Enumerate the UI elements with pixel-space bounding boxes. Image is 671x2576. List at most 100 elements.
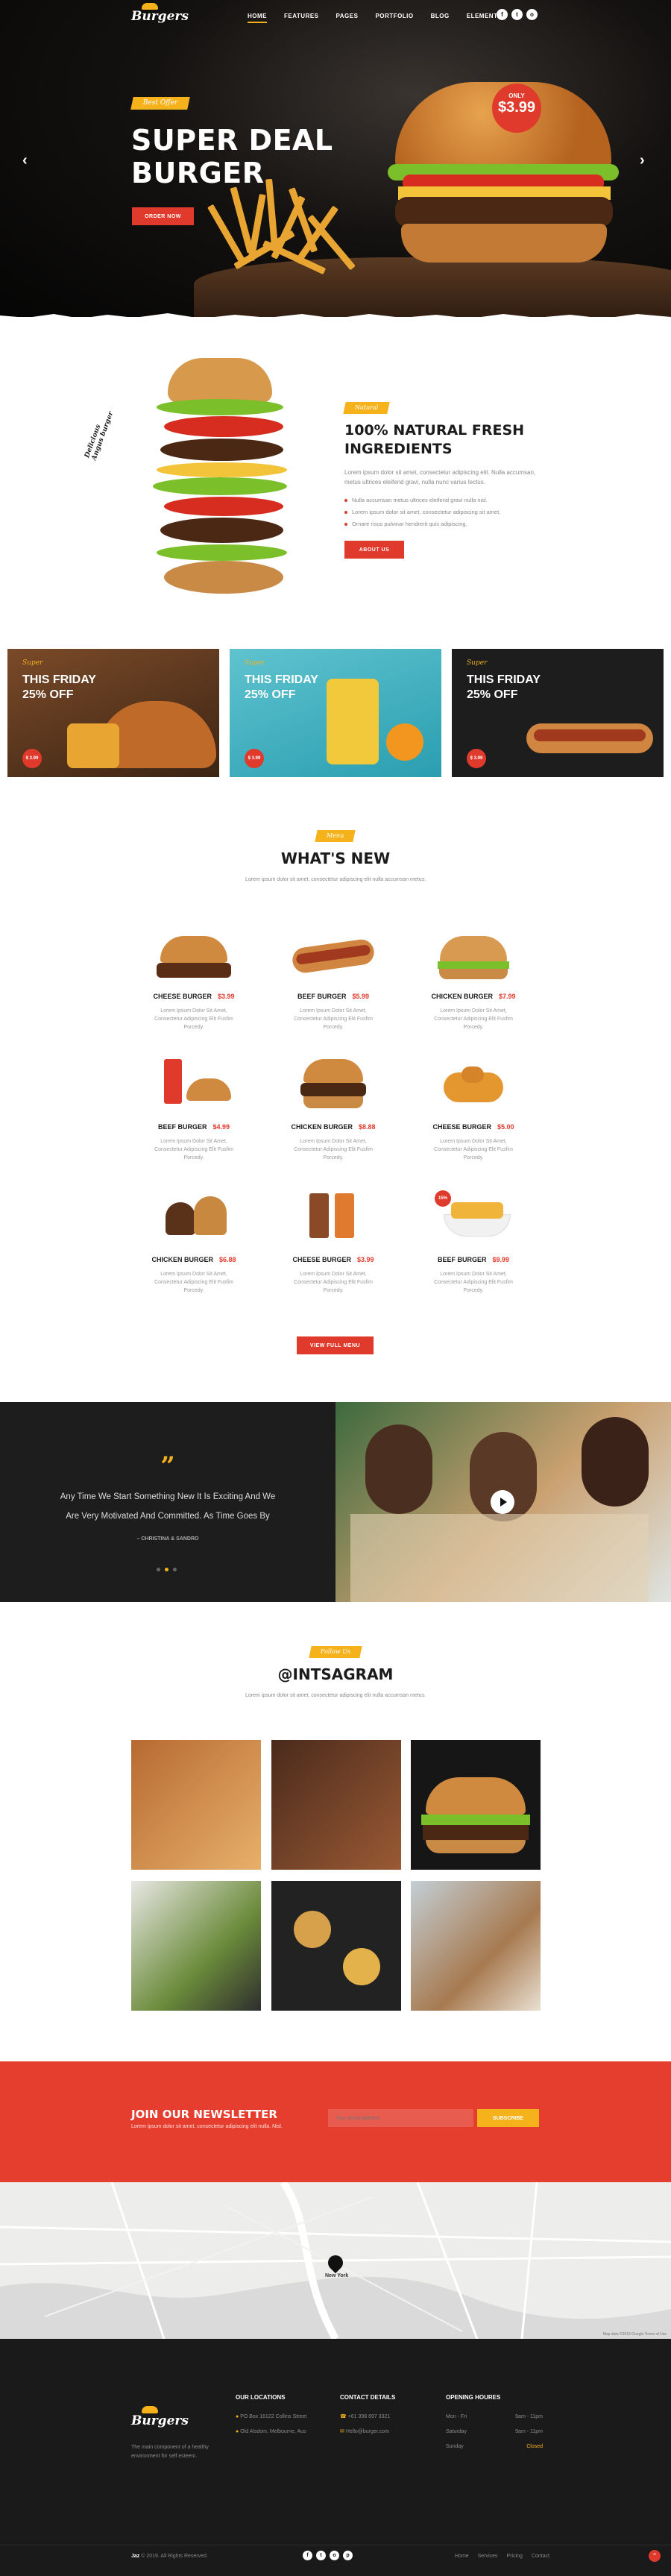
phone-icon: ☎ <box>340 2414 347 2419</box>
locations-title: OUR LOCATIONS <box>236 2394 286 2401</box>
footer-hours: OPENING HOURES Mon - Fri 9am - 11pm Satur… <box>446 2394 543 2454</box>
menu-subtitle: Lorem ipsum dolor sit amet, consectetur … <box>245 877 426 882</box>
instagram-icon[interactable]: o <box>526 9 538 20</box>
hours-row: Mon - Fri 9am - 11pm <box>446 2414 543 2419</box>
play-video-button[interactable] <box>491 1490 514 1514</box>
natural-bullets: Nulla accumsan metus ultrices eleifend g… <box>344 494 553 530</box>
slider-dot[interactable] <box>157 1568 160 1571</box>
instagram-photo[interactable] <box>131 1740 261 1870</box>
instagram-icon[interactable]: o <box>330 2551 339 2560</box>
menu-item[interactable]: CHICKEN BURGER $8.88 Lorem Ipsum Dolor Si… <box>266 1052 400 1162</box>
burger-logo-icon <box>142 2406 158 2413</box>
logo[interactable]: Burgers <box>131 3 189 24</box>
phone-link[interactable]: +61 398 697 3321 <box>348 2414 391 2419</box>
footer-locations: OUR LOCATIONS ● PO Box 16122 Collins Str… <box>236 2394 307 2434</box>
newsletter-section: JOIN OUR NEWSLETTER Lorem ipsum dolor si… <box>0 2061 671 2182</box>
footer-contact: CONTACT DETAILS ☎ +61 398 697 3321 ✉ Hel… <box>340 2394 395 2440</box>
main-nav: HOME FEATURES PAGES PORTFOLIO BLOG ELEME… <box>248 13 502 23</box>
slider-dot[interactable] <box>165 1568 168 1571</box>
footer-logo[interactable]: Burgers <box>131 2406 189 2428</box>
price-badge: ONLY $3.99 <box>492 84 541 133</box>
badge-price: $3.99 <box>497 99 536 116</box>
slider-prev-icon[interactable]: ‹ <box>22 152 28 169</box>
badge-label: ONLY <box>508 92 525 99</box>
bullet-item: Ornare risus pulvinar hendrerit quis adi… <box>344 518 553 530</box>
back-to-top-icon[interactable]: ⌃ <box>649 2550 661 2562</box>
footer-link-services[interactable]: Services <box>478 2554 498 2559</box>
mail-icon: ✉ <box>340 2429 344 2434</box>
pinterest-icon[interactable]: p <box>343 2551 353 2560</box>
promo-banner-2[interactable]: Super THIS FRIDAY 25% OFF $ 3.99 <box>230 649 441 777</box>
hero-tag: Best Offer <box>130 97 190 110</box>
quote-icon: ” <box>160 1451 175 1481</box>
promo-price-badge: $ 3.99 <box>245 749 264 768</box>
instagram-photo[interactable] <box>411 1881 541 2011</box>
location-pin-icon: ● <box>236 2414 239 2419</box>
hours-row: Sunday Closed <box>446 2444 543 2449</box>
nav-features[interactable]: FEATURES <box>284 13 319 19</box>
page: ONLY $3.99 Best Offer SUPER DEAL BURGER … <box>0 0 671 2576</box>
site-footer: Burgers The main component of a healthy … <box>0 2339 671 2576</box>
menu-item[interactable]: BEEF BURGER $5.99 Lorem Ipsum Dolor Sit A… <box>266 921 400 1031</box>
site-header: Burgers HOME FEATURES PAGES PORTFOLIO BL… <box>0 0 671 37</box>
menu-item[interactable]: CHICKEN BURGER $6.88 Lorem Ipsum Dolor Si… <box>127 1184 261 1295</box>
map-city-label: New York <box>325 2273 349 2278</box>
nav-blog[interactable]: BLOG <box>431 13 450 19</box>
footer-tagline: The main component of a healthy environm… <box>131 2445 209 2459</box>
promo-banner-3[interactable]: Super THIS FRIDAY 25% OFF $ 3.99 <box>452 649 664 777</box>
copyright: Jaz © 2019. All Rights Reserved. <box>131 2554 208 2559</box>
twitter-icon[interactable]: t <box>316 2551 326 2560</box>
menu-item[interactable]: CHEESE BURGER $5.00 Lorem Ipsum Dolor Sit… <box>406 1052 541 1162</box>
footer-link-pricing[interactable]: Pricing <box>507 2554 523 2559</box>
email-link[interactable]: Hello@burger.com <box>346 2429 389 2434</box>
menu-tag: Menu <box>315 830 356 842</box>
promo-price-badge: $ 3.99 <box>22 749 42 768</box>
newsletter-title: JOIN OUR NEWSLETTER <box>131 2108 277 2121</box>
menu-item[interactable]: CHEESE BURGER $3.99 Lorem Ipsum Dolor Sit… <box>127 921 261 1031</box>
instagram-photo[interactable] <box>271 1881 401 2011</box>
nav-pages[interactable]: PAGES <box>336 13 359 19</box>
order-now-button[interactable]: ORDER NOW <box>132 207 194 225</box>
hours-row: Saturday 9am - 11pm <box>446 2429 543 2434</box>
instagram-photo[interactable] <box>411 1740 541 1870</box>
promo-price-badge: $ 3.99 <box>467 749 486 768</box>
subscribe-button[interactable]: SUBSCRIBE <box>477 2109 539 2127</box>
footer-link-contact[interactable]: Contact <box>532 2554 549 2559</box>
facebook-icon[interactable]: f <box>497 9 508 20</box>
side-label: Delicious Angus burger <box>84 410 116 462</box>
hours-title: OPENING HOURES <box>446 2394 501 2401</box>
nav-portfolio[interactable]: PORTFOLIO <box>375 13 413 19</box>
burger-logo-icon <box>142 3 158 10</box>
map-attribution: Map data ©2019 Google Terms of Use <box>602 2332 667 2337</box>
instagram-photo[interactable] <box>271 1740 401 1870</box>
slider-dot[interactable] <box>173 1568 177 1571</box>
view-full-menu-button[interactable]: VIEW FULL MENU <box>297 1336 374 1354</box>
footer-link-home[interactable]: Home <box>455 2554 469 2559</box>
promo-banner-1[interactable]: Super THIS FRIDAY 25% OFF $ 3.99 <box>7 649 219 777</box>
header-social: f t o <box>497 9 538 20</box>
footer-social: f t o p <box>303 2551 353 2560</box>
nav-home[interactable]: HOME <box>248 13 267 23</box>
footer-links: Home Services Pricing Contact <box>455 2554 549 2559</box>
hero-title: SUPER DEAL BURGER <box>131 124 333 189</box>
contact-title: CONTACT DETAILS <box>340 2394 396 2401</box>
map-section[interactable]: New York Map data ©2019 Google Terms of … <box>0 2182 671 2339</box>
menu-item[interactable]: CHICKEN BURGER $7.99 Lorem Ipsum Dolor Si… <box>406 921 541 1031</box>
instagram-tag: Follow Us <box>309 1646 362 1658</box>
slider-next-icon[interactable]: › <box>640 152 645 169</box>
menu-item[interactable]: BEEF BURGER $4.99 Lorem Ipsum Dolor Sit A… <box>127 1052 261 1162</box>
menu-item[interactable]: 15% BEEF BURGER $9.99 Lorem Ipsum Dolor S… <box>406 1184 541 1295</box>
testimonial-section: ” Any Time We Start Something New It Is … <box>0 1402 671 1602</box>
newsletter-email-input[interactable] <box>328 2109 473 2127</box>
testimonial-author: – CHRISTINA & SANDRO <box>136 1536 199 1542</box>
facebook-icon[interactable]: f <box>303 2551 312 2560</box>
instagram-photo[interactable] <box>131 1881 261 2011</box>
testimonial-dots <box>157 1568 177 1571</box>
bullet-item: Lorem ipsum dolor sit amet, consectetur … <box>344 506 553 518</box>
video-photo <box>336 1402 671 1602</box>
testimonial-quote: Any Time We Start Something New It Is Ex… <box>60 1492 276 1521</box>
testimonial-panel: ” Any Time We Start Something New It Is … <box>0 1402 336 1602</box>
twitter-icon[interactable]: t <box>511 9 523 20</box>
about-us-button[interactable]: ABOUT US <box>344 541 404 559</box>
menu-item[interactable]: CHEESE BURGER $3.99 Lorem Ipsum Dolor Sit… <box>266 1184 400 1295</box>
